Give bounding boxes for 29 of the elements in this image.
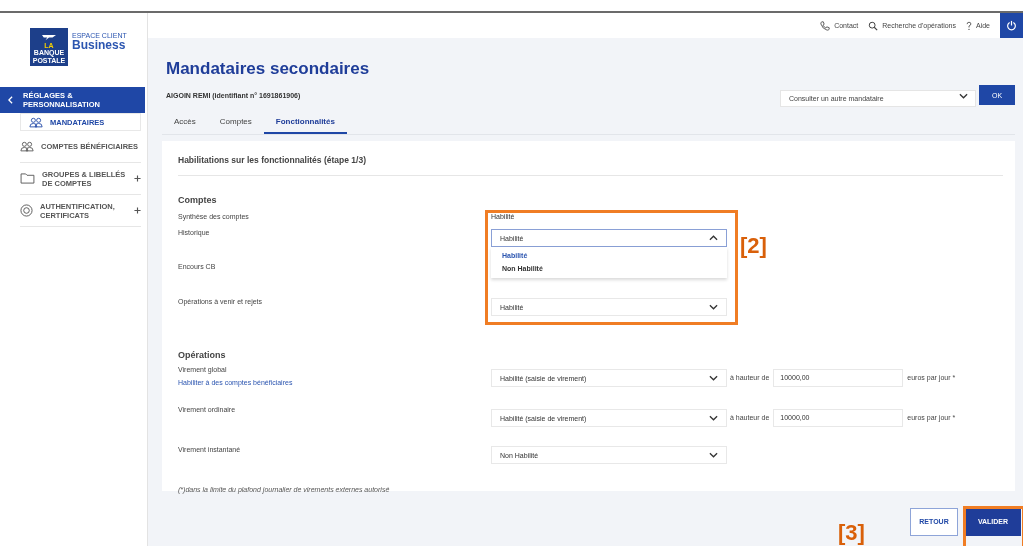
help-icon <box>966 20 972 31</box>
power-button[interactable] <box>1000 13 1023 38</box>
brand-name: Business <box>72 39 127 51</box>
tab[interactable]: Fonctionnalités <box>263 112 347 134</box>
annotation-frame <box>963 506 1023 546</box>
plus-icon[interactable] <box>134 175 141 182</box>
tab[interactable]: Accès <box>162 112 208 134</box>
page-title: Mandataires secondaires <box>166 59 371 79</box>
annotation-label: [2] <box>740 235 767 257</box>
tab[interactable]: Comptes <box>207 112 264 134</box>
chevron-left-icon <box>8 96 13 104</box>
folder-icon <box>20 173 35 184</box>
power-icon <box>1006 20 1017 31</box>
phone-icon <box>820 20 831 31</box>
people-icon <box>29 116 43 128</box>
section-heading: Comptes <box>178 195 218 205</box>
annotation-label: [3] <box>838 522 865 544</box>
plus-icon[interactable] <box>134 207 141 214</box>
chevron-down-icon <box>709 375 718 381</box>
chevron-down-icon <box>709 452 718 458</box>
chevron-down-icon <box>959 92 968 99</box>
people-icon <box>20 141 34 152</box>
chevron-down-icon <box>709 304 718 310</box>
search-icon <box>868 20 879 31</box>
chevron-down-icon <box>709 415 718 421</box>
chevron-up-icon <box>709 235 718 241</box>
badge-icon <box>20 204 33 217</box>
card-title: Habilitations sur les fonctionnalités (étape 1/3) <box>178 141 1003 176</box>
section-heading: Opérations <box>178 350 227 360</box>
